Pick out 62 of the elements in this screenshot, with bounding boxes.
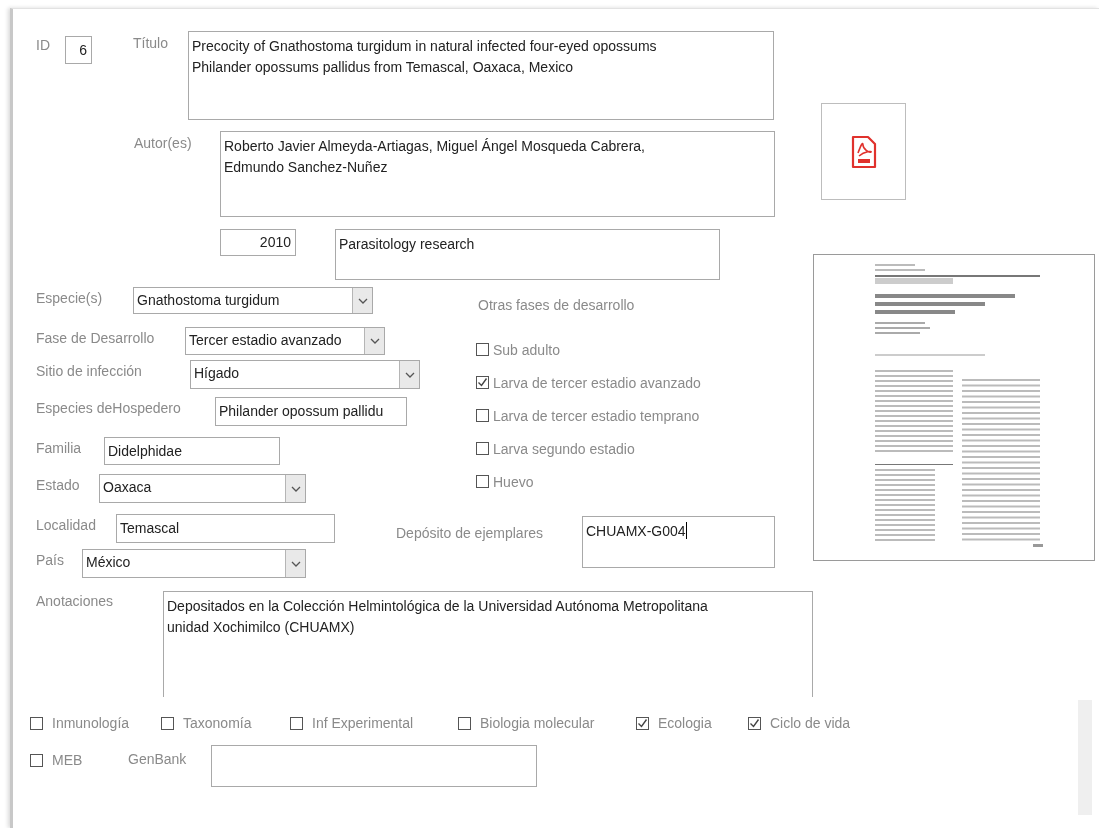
checkbox-label: Larva segundo estadio	[493, 440, 635, 457]
checkbox-label: Ciclo de vida	[770, 715, 851, 731]
checkbox[interactable]	[476, 442, 489, 455]
checkbox[interactable]	[748, 716, 761, 730]
checkbox[interactable]	[30, 753, 43, 767]
checkbox-label: Ecologia	[658, 715, 712, 731]
checkbox-label: MEB	[52, 752, 83, 768]
checkbox[interactable]	[636, 716, 649, 730]
checkbox-label: Larva de tercer estadio temprano	[493, 407, 700, 424]
checkbox-label: Taxonomía	[183, 715, 252, 731]
checkbox[interactable]	[290, 716, 303, 730]
checkbox-label: Inmunología	[52, 715, 130, 731]
field-label: Localidad	[36, 517, 97, 533]
checkbox[interactable]	[30, 716, 43, 730]
field-label: Especie(s)	[36, 290, 104, 306]
deposit-field[interactable]: CHUAMX-G004	[582, 516, 775, 568]
dropdown-field[interactable]: Tercer estadio avanzado	[185, 327, 385, 355]
field-label: País	[36, 552, 65, 568]
field-label: Estado	[36, 477, 81, 493]
attachment-frame[interactable]	[821, 103, 906, 200]
id-field[interactable]: 6	[65, 36, 92, 64]
genbank-field[interactable]	[211, 745, 537, 787]
checkbox[interactable]	[476, 343, 489, 356]
checkbox[interactable]	[476, 409, 489, 422]
chevron-icon	[404, 371, 415, 378]
genbank-label: GenBank	[128, 751, 188, 767]
dropdown-field[interactable]: Gnathostoma turgidum	[133, 287, 373, 314]
checkbox[interactable]	[476, 475, 489, 488]
annotations-field[interactable]: Depositados en la Colección Helmintológica de la Universidad Autónoma Metropolitana unidad Xochimilco (CHUAMX)	[163, 591, 813, 697]
chevron-icon	[357, 297, 368, 304]
checkbox[interactable]	[458, 716, 471, 730]
id-label: ID	[36, 37, 51, 53]
chevron-icon	[290, 485, 301, 492]
checkbox[interactable]	[161, 716, 174, 730]
checkbox-label: Larva de tercer estadio avanzado	[493, 374, 701, 391]
checkbox[interactable]	[476, 376, 489, 389]
text-field[interactable]: Didelphidae	[104, 437, 280, 465]
field-label: Especies deHospedero	[36, 400, 182, 416]
chevron-icon	[369, 338, 380, 344]
dropdown-field[interactable]: Oaxaca	[99, 474, 306, 503]
checkbox-label: Inf Experimental	[312, 715, 414, 731]
title-field[interactable]: Precocity of Gnathostoma turgidum in natural infected four-eyed opossums Philander opossums pallidus from Temascal, Oaxaca, Mexico	[188, 31, 774, 120]
annotations-label: Anotaciones	[36, 593, 115, 609]
section-label: Otras fases de desarrollo	[478, 297, 636, 313]
chevron-icon	[290, 560, 301, 567]
checkbox-label: Sub adulto	[493, 341, 560, 358]
dropdown-field[interactable]: México	[82, 549, 306, 578]
field-label: Sitio de infección	[36, 363, 143, 379]
dropdown-field[interactable]: Hígado	[190, 360, 420, 389]
text-field[interactable]: Philander opossum pallidu	[215, 397, 407, 426]
field-label: Fase de Desarrollo	[36, 330, 156, 346]
title-label: Título	[133, 35, 169, 51]
year-field[interactable]: 2010	[220, 229, 296, 256]
field-label: Familia	[36, 440, 83, 456]
journal-field[interactable]: Parasitology research	[335, 229, 720, 280]
authors-field[interactable]: Roberto Javier Almeyda-Artiagas, Miguel Ángel Mosqueda Cabrera, Edmundo Sanchez-Nuñez	[220, 131, 775, 217]
checkbox-label: Biologia molecular	[480, 715, 595, 731]
deposit-label: Depósito de ejemplares	[396, 525, 545, 541]
text-field[interactable]: Temascal	[116, 514, 335, 543]
pdf-file-icon	[850, 134, 877, 169]
checkbox-label: Huevo	[493, 473, 534, 490]
authors-label: Autor(es)	[134, 135, 193, 151]
